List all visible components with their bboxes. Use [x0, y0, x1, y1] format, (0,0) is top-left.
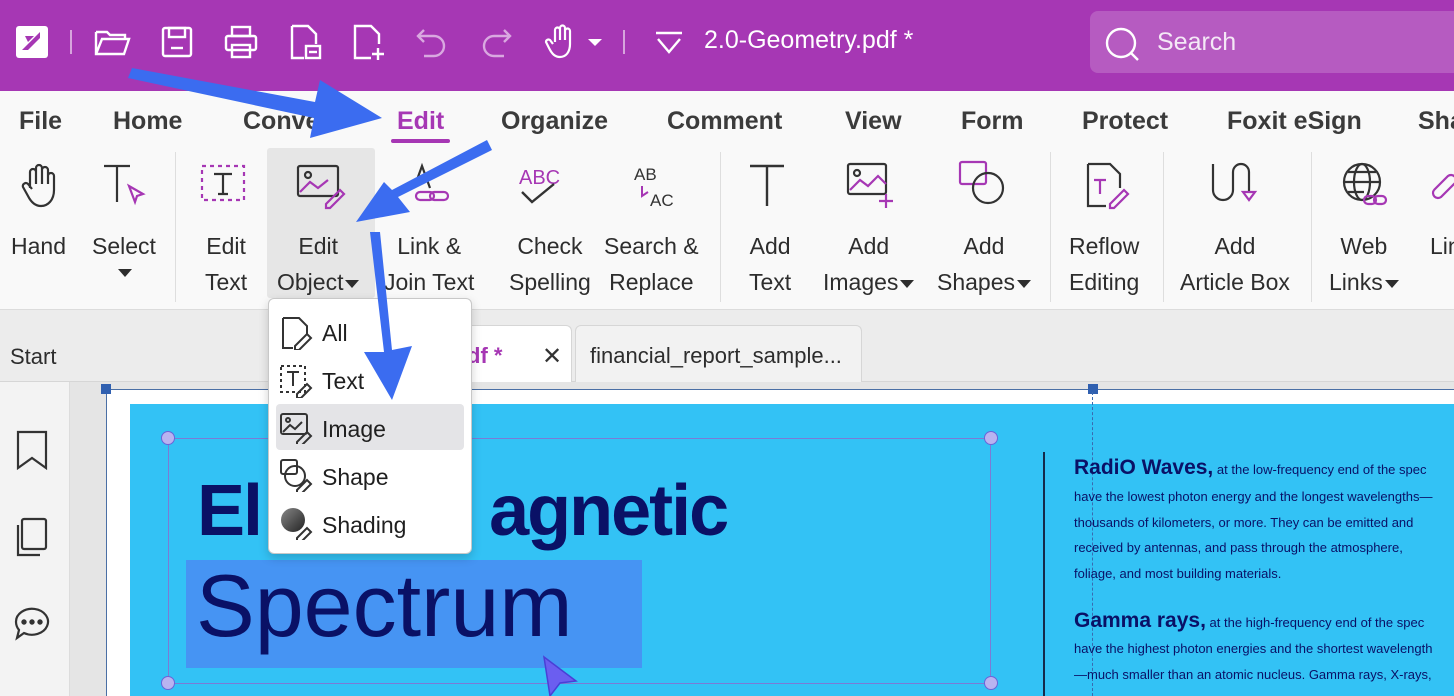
page-selection-handle[interactable] — [101, 384, 111, 394]
add-text-button[interactable]: Add Text — [749, 228, 791, 300]
article-box-icon — [1209, 160, 1261, 212]
menu-item-image-label[interactable]: Image — [322, 416, 386, 443]
tab-file[interactable]: File — [19, 107, 62, 136]
new-blank-icon[interactable] — [349, 22, 389, 62]
open-folder-icon[interactable] — [92, 22, 132, 62]
link-join-text-button[interactable]: Link & Join Text — [384, 228, 474, 300]
tab-convert[interactable]: Conve — [243, 107, 319, 136]
gamma-rays-paragraph-line: —much smaller than an atomic nucleus. Ga… — [1074, 667, 1432, 682]
ribbon-separator — [1311, 152, 1312, 302]
edit-shading-icon — [279, 506, 313, 540]
tab-edit[interactable]: Edit — [397, 107, 444, 136]
document-tab-label-financial[interactable]: financial_report_sample... — [590, 343, 842, 369]
menu-item-text-label[interactable]: Text — [322, 368, 364, 395]
edit-object-icon — [294, 160, 346, 212]
search-placeholder: Search — [1157, 28, 1237, 56]
tab-organize[interactable]: Organize — [501, 107, 608, 136]
search-replace-icon-text-bottom: AC — [650, 191, 674, 210]
radio-waves-paragraph-line: foliage, and most building materials. — [1074, 566, 1282, 581]
add-shapes-icon — [958, 160, 1010, 212]
add-text-icon — [744, 160, 796, 212]
menu-item-shape-label[interactable]: Shape — [322, 464, 389, 491]
menu-item-all-label[interactable]: All — [322, 320, 348, 347]
toolbar-separator — [623, 30, 625, 54]
edit-object-label[interactable]: Edit Object — [277, 228, 360, 300]
check-spelling-button[interactable]: Check Spelling — [509, 228, 591, 300]
bookmark-icon[interactable] — [12, 430, 52, 470]
select-text-icon — [98, 160, 150, 212]
toolbar-separator — [70, 30, 72, 54]
edit-text-button[interactable]: Edit Text — [205, 228, 247, 300]
radio-waves-paragraph-line: thousands of kilometers, or more. They c… — [1074, 515, 1414, 530]
tab-comment[interactable]: Comment — [667, 107, 782, 136]
search-icon — [1102, 24, 1142, 64]
ribbon-separator — [1163, 152, 1164, 302]
menu-item-shading-label[interactable]: Shading — [322, 512, 406, 539]
column-divider — [1043, 452, 1045, 696]
edit-image-icon — [279, 410, 313, 444]
add-images-icon — [844, 160, 896, 212]
add-shapes-button[interactable]: Add Shapes — [937, 228, 1032, 300]
tab-form[interactable]: Form — [961, 107, 1024, 136]
web-links-button[interactable]: Web Links — [1329, 228, 1399, 300]
radio-waves-paragraph-line: have the lowest photon energy and the lo… — [1074, 489, 1433, 504]
select-button[interactable]: Select — [92, 228, 156, 264]
tab-share[interactable]: Sha — [1418, 107, 1454, 136]
tab-foxit-esign[interactable]: Foxit eSign — [1227, 107, 1362, 136]
quick-access-dropdown-icon[interactable] — [649, 22, 689, 62]
ribbon-separator — [720, 152, 721, 302]
edit-text-icon — [198, 160, 250, 212]
link-icon — [1428, 160, 1454, 212]
print-icon[interactable] — [221, 22, 261, 62]
search-input[interactable] — [1090, 11, 1454, 73]
search-replace-button[interactable]: Search & Replace — [604, 228, 699, 300]
radio-waves-paragraph-line: received by antennas, and pass through t… — [1074, 540, 1403, 555]
edit-all-icon — [279, 316, 313, 350]
check-spelling-icon: ABC — [516, 160, 568, 212]
active-tab-indicator — [391, 139, 450, 143]
selection-handle[interactable] — [161, 676, 175, 690]
hand-button[interactable]: Hand — [11, 228, 66, 264]
undo-icon[interactable] — [412, 22, 452, 62]
tab-protect[interactable]: Protect — [1082, 107, 1168, 136]
reflow-editing-button[interactable]: Reflow Editing — [1069, 228, 1139, 300]
redo-icon[interactable] — [476, 22, 516, 62]
link-button[interactable]: Lin — [1430, 228, 1454, 264]
start-tab[interactable]: Start — [10, 344, 56, 370]
document-tab-label[interactable]: df * — [467, 343, 502, 369]
selection-handle[interactable] — [984, 676, 998, 690]
selection-handle[interactable] — [984, 431, 998, 445]
comments-icon[interactable] — [12, 604, 52, 644]
radio-waves-paragraph-line: RadiO Waves, at the low-frequency end of… — [1074, 456, 1427, 479]
new-from-file-icon[interactable] — [286, 22, 326, 62]
page-selection-handle[interactable] — [1088, 384, 1098, 394]
tab-home[interactable]: Home — [113, 107, 182, 136]
tab-view[interactable]: View — [845, 107, 902, 136]
close-tab-icon[interactable]: ✕ — [542, 342, 562, 371]
gamma-rays-paragraph-line: Gamma rays, at the high-frequency end of… — [1074, 609, 1425, 632]
document-title: 2.0-Geometry.pdf * — [704, 26, 914, 54]
add-images-button[interactable]: Add Images — [823, 228, 915, 300]
ribbon-separator — [175, 152, 176, 302]
link-join-icon — [406, 160, 458, 212]
select-dropdown-arrow[interactable] — [116, 264, 132, 282]
gamma-rays-paragraph-line: have the highest photon energies and the… — [1074, 641, 1433, 656]
pages-icon[interactable] — [12, 517, 52, 557]
add-article-box-button[interactable]: Add Article Box — [1180, 228, 1290, 300]
chevron-down-icon[interactable] — [584, 22, 606, 62]
check-spelling-icon-text: ABC — [519, 167, 560, 189]
foxit-logo-icon[interactable] — [12, 22, 52, 62]
web-links-icon — [1340, 160, 1392, 212]
reflow-editing-icon — [1082, 160, 1134, 212]
selection-handle[interactable] — [161, 431, 175, 445]
hand-icon — [14, 160, 66, 212]
save-icon[interactable] — [157, 22, 197, 62]
search-replace-icon-text-top: AB — [634, 165, 657, 184]
ribbon-separator — [1050, 152, 1051, 302]
mouse-cursor-icon — [540, 655, 580, 696]
hand-tool-icon[interactable] — [541, 22, 581, 62]
edit-text-icon — [279, 364, 313, 398]
search-replace-icon: AB AC — [630, 160, 682, 212]
edit-shape-icon — [279, 458, 313, 492]
